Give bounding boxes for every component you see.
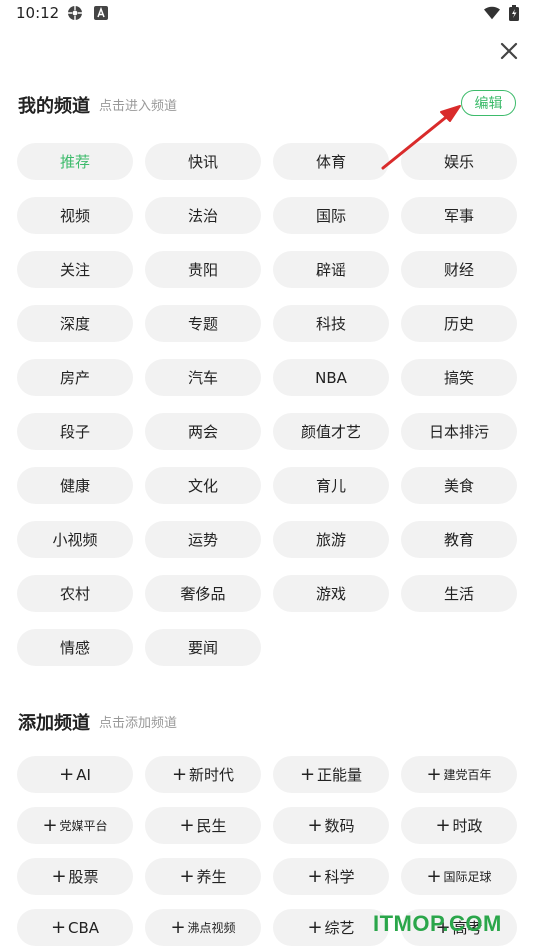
plus-icon: + [51,865,67,887]
add-channel-label: 沸点视频 [187,921,236,935]
plus-icon: + [307,916,323,938]
plus-icon: + [307,865,323,887]
my-channels-hint: 点击进入频道 [99,99,178,114]
plus-icon: + [170,916,186,938]
channel-chip[interactable]: 国际 [273,197,389,234]
add-channel-label: AI [76,765,91,784]
channel-chip[interactable]: NBA [273,359,389,396]
add-channel-chip[interactable]: + 国际足球 [401,858,517,895]
channel-chip[interactable]: 生活 [401,575,517,612]
channel-chip[interactable]: 奢侈品 [145,575,261,612]
channel-chip[interactable]: 推荐 [17,143,133,180]
channel-chip[interactable]: 关注 [17,251,133,288]
channel-chip[interactable]: 视频 [17,197,133,234]
channel-chip[interactable]: 健康 [17,467,133,504]
add-channel-chip[interactable]: + 建党百年 [401,756,517,793]
add-channel-label: 科学 [324,868,355,886]
add-channel-chip[interactable]: + 党媒平台 [17,807,133,844]
channel-chip[interactable]: 专题 [145,305,261,342]
add-channels-hint: 点击添加频道 [99,716,178,731]
add-channel-label: 综艺 [324,919,355,937]
channel-chip[interactable]: 段子 [17,413,133,450]
channel-chip[interactable]: 文化 [145,467,261,504]
channel-chip[interactable]: 小视频 [17,521,133,558]
add-channel-chip[interactable]: + 民生 [145,807,261,844]
add-channel-chip[interactable]: + 股票 [17,858,133,895]
add-channel-label: 正能量 [317,766,363,784]
channel-chip[interactable]: 历史 [401,305,517,342]
channel-chip[interactable]: 快讯 [145,143,261,180]
channel-chip[interactable]: 法治 [145,197,261,234]
wifi-icon [484,5,500,21]
add-channel-label: 新时代 [189,766,235,784]
channel-chip[interactable]: 运势 [145,521,261,558]
plus-icon: + [59,763,75,785]
add-channel-label: 养生 [196,868,227,886]
channel-chip[interactable]: 搞笑 [401,359,517,396]
channel-chip[interactable]: 辟谣 [273,251,389,288]
channel-chip[interactable]: 日本排污 [401,413,517,450]
plus-icon: + [299,763,316,785]
plus-icon: + [171,763,188,785]
add-channel-chip[interactable]: + 综艺 [273,909,389,946]
plus-icon: + [426,763,442,785]
channel-chip[interactable]: 情感 [17,629,133,666]
channel-chip[interactable]: 要闻 [145,629,261,666]
add-channel-label: 数码 [324,817,355,835]
a-icon [93,5,109,21]
channel-chip[interactable]: 农村 [17,575,133,612]
watermark: ITMOP.COM [373,911,502,936]
add-channel-label: 建党百年 [443,768,492,782]
add-channel-chip[interactable]: + 正能量 [273,756,389,793]
plus-icon: + [42,814,58,836]
add-channel-chip[interactable]: + 科学 [273,858,389,895]
plus-icon: + [179,865,195,887]
plus-icon: + [435,814,451,836]
my-channels-grid: 推荐 快讯 体育 娱乐视频 法治 国际 军事关注 贵阳 辟谣 财经深度 专题 科技 历史房产 汽车 NBA 搞… [17,143,517,666]
channel-chip[interactable]: 美食 [401,467,517,504]
channel-chip[interactable]: 房产 [17,359,133,396]
channel-chip[interactable]: 育儿 [273,467,389,504]
add-channel-label: 股票 [68,868,99,886]
add-channels-title: 添加频道 [18,713,90,734]
add-channel-label: 国际足球 [443,870,492,884]
channel-chip[interactable]: 两会 [145,413,261,450]
channel-chip[interactable]: 娱乐 [401,143,517,180]
plus-icon: + [179,814,195,836]
channel-chip[interactable]: 科技 [273,305,389,342]
channel-chip[interactable]: 财经 [401,251,517,288]
status-bar: 10:12 [0,0,534,28]
add-channel-chip[interactable]: + 新时代 [145,756,261,793]
my-channels-title: 我的频道 [18,96,90,117]
plus-icon: + [50,916,67,938]
channel-chip[interactable]: 游戏 [273,575,389,612]
add-channel-chip[interactable]: + 数码 [273,807,389,844]
channel-chip[interactable]: 旅游 [273,521,389,558]
plus-icon: + [307,814,323,836]
add-channel-label: 党媒平台 [59,819,108,833]
channel-chip[interactable]: 汽车 [145,359,261,396]
add-channel-label: 民生 [196,817,227,835]
close-icon[interactable] [498,40,520,62]
add-channel-chip[interactable]: + AI [17,756,133,793]
add-channel-chip[interactable]: + 沸点视频 [145,909,261,946]
channel-chip[interactable]: 贵阳 [145,251,261,288]
add-channel-label: CBA [68,918,100,937]
channel-chip[interactable]: 军事 [401,197,517,234]
add-channel-chip[interactable]: + CBA [17,909,133,946]
battery-icon [506,5,522,21]
edit-button[interactable]: 编辑 [461,90,516,116]
channel-chip[interactable]: 颜值才艺 [273,413,389,450]
channel-chip[interactable]: 深度 [17,305,133,342]
channel-chip[interactable]: 体育 [273,143,389,180]
plus-icon: + [426,865,442,887]
add-channel-label: 时政 [452,817,483,835]
add-channel-chip[interactable]: + 时政 [401,807,517,844]
settings-icon [67,5,83,21]
add-channel-chip[interactable]: + 养生 [145,858,261,895]
status-time: 10:12 [16,4,60,22]
channel-chip[interactable]: 教育 [401,521,517,558]
